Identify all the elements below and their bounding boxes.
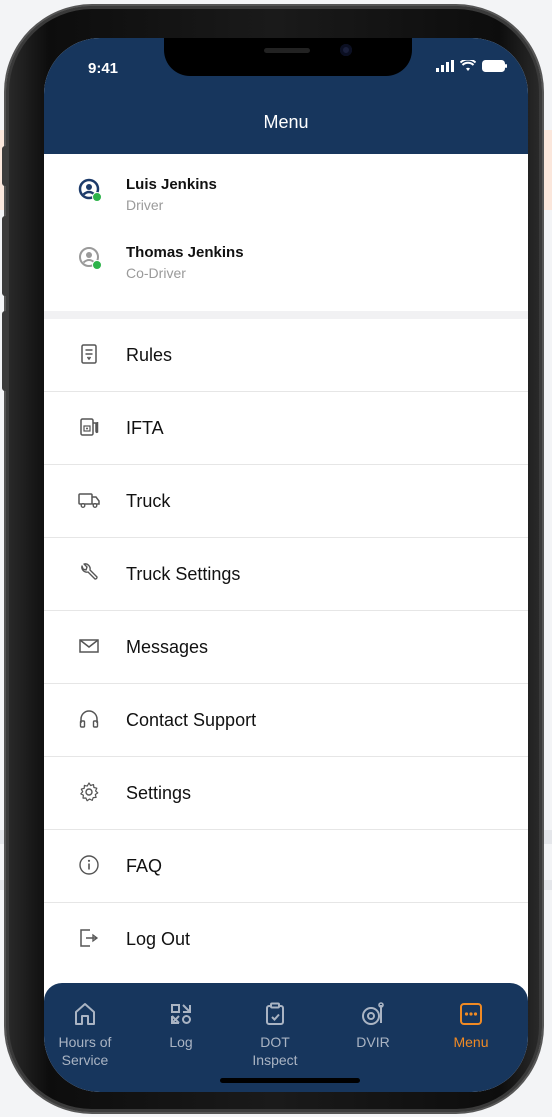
online-indicator xyxy=(92,192,102,202)
qr-icon xyxy=(171,1004,191,1024)
driver-role: Driver xyxy=(126,197,164,213)
co-driver-role: Co-Driver xyxy=(126,265,186,281)
clipboard-icon xyxy=(266,1002,284,1025)
camera xyxy=(340,44,352,56)
tab-log[interactable]: Log xyxy=(146,1001,216,1051)
phone-screen: 9:41 Menu Luis Jenkins Driver Thomas Jen… xyxy=(44,38,528,1092)
menu-icon xyxy=(460,1003,482,1025)
volume-down-button xyxy=(2,311,8,391)
menu-item-label: Settings xyxy=(126,782,192,803)
tab-label: Service xyxy=(61,1052,109,1068)
notch xyxy=(164,38,412,76)
mute-switch xyxy=(2,146,8,186)
menu-item-label: FAQ xyxy=(126,855,163,876)
menu-item-truck[interactable]: Truck xyxy=(44,465,528,538)
home-indicator xyxy=(220,1078,360,1083)
volume-up-button xyxy=(2,216,8,296)
wifi-icon xyxy=(460,60,476,71)
tab-label: DVIR xyxy=(356,1034,390,1050)
status-icons xyxy=(436,60,508,72)
info-icon xyxy=(79,855,99,875)
menu-item-faq[interactable]: FAQ xyxy=(44,830,528,903)
menu-item-label: Contact Support xyxy=(126,709,257,730)
menu-item-messages[interactable]: Messages xyxy=(44,611,528,684)
truck-icon xyxy=(78,493,100,508)
wrench-icon xyxy=(81,563,98,580)
driver-item[interactable]: Luis Jenkins Driver xyxy=(78,176,217,213)
menu-item-rules[interactable]: Rules xyxy=(44,319,528,392)
headphones-icon xyxy=(79,710,99,728)
user-circle-icon xyxy=(78,178,102,202)
page-title: Menu xyxy=(263,112,309,132)
menu-item-contact-support[interactable]: Contact Support xyxy=(44,684,528,757)
co-driver-name: Thomas Jenkins xyxy=(126,244,244,261)
menu-item-label: Truck xyxy=(126,490,171,511)
home-icon xyxy=(75,1003,95,1025)
section-divider xyxy=(44,311,528,319)
tire-icon xyxy=(362,1002,384,1025)
gear-icon xyxy=(80,782,99,802)
signal-icon xyxy=(436,60,454,72)
bottom-tab-bar: Hours of Service Log DOT Inspect DVIR Me… xyxy=(44,983,528,1092)
battery-icon xyxy=(482,60,507,72)
tab-dvir[interactable]: DVIR xyxy=(338,1001,408,1051)
menu-item-label: Log Out xyxy=(126,929,191,949)
logout-icon xyxy=(80,929,99,947)
driver-name: Luis Jenkins xyxy=(126,176,217,193)
status-time: 9:41 xyxy=(88,60,119,77)
co-driver-item[interactable]: Thomas Jenkins Co-Driver xyxy=(78,244,244,281)
menu-item-label: Messages xyxy=(126,636,209,657)
tab-label: Menu xyxy=(453,1034,489,1050)
menu-item-truck-settings[interactable]: Truck Settings xyxy=(44,538,528,611)
menu-item-ifta[interactable]: IFTA xyxy=(44,392,528,465)
tab-label: DOT xyxy=(260,1034,290,1050)
app-header: 9:41 Menu xyxy=(44,38,528,154)
tab-label: Hours of xyxy=(58,1034,112,1050)
menu-item-label: Rules xyxy=(126,344,173,365)
speaker xyxy=(264,48,310,53)
user-circle-icon xyxy=(78,246,102,270)
menu-item-settings[interactable]: Settings xyxy=(44,757,528,830)
document-icon xyxy=(81,344,97,364)
fuel-icon xyxy=(80,418,99,436)
envelope-icon xyxy=(79,639,99,653)
online-indicator xyxy=(92,260,102,270)
menu-item-log-out[interactable]: Log Out xyxy=(44,903,528,976)
tab-label: Inspect xyxy=(252,1052,298,1068)
menu-item-label: Truck Settings xyxy=(126,563,241,584)
tab-menu[interactable]: Menu xyxy=(436,1001,506,1051)
tab-hours-of-service[interactable]: Hours of Service xyxy=(50,1001,120,1069)
menu-item-label: IFTA xyxy=(126,417,164,438)
tab-dot-inspect[interactable]: DOT Inspect xyxy=(240,1001,310,1069)
tab-label: Log xyxy=(169,1034,193,1050)
